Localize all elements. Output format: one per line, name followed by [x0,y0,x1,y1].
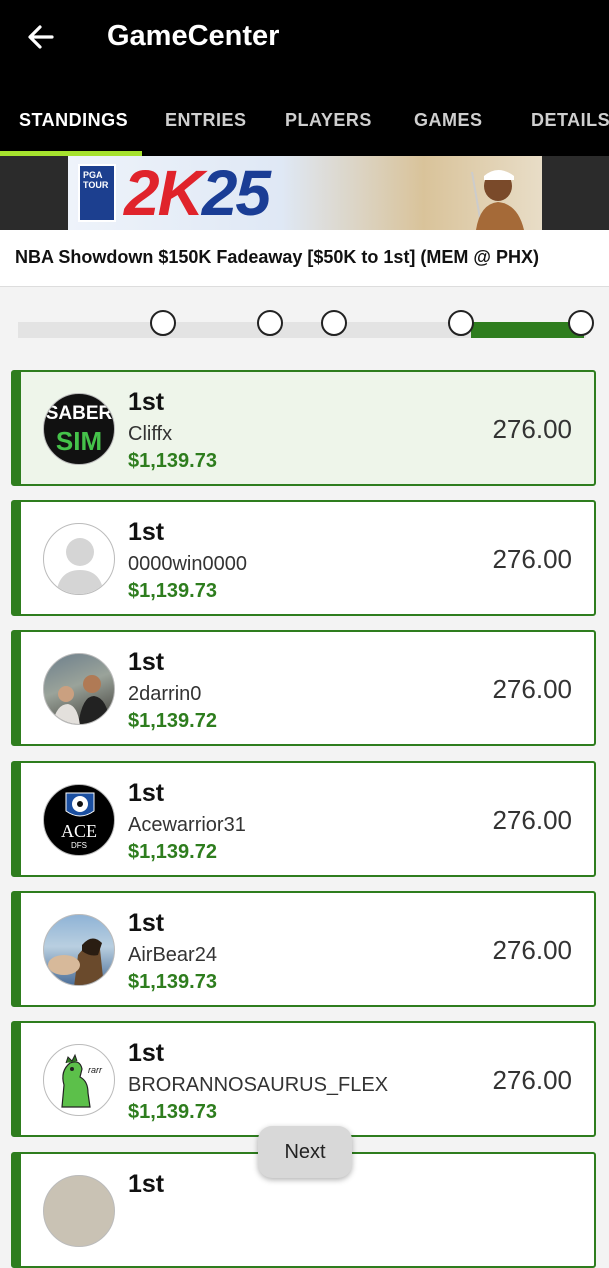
avatar: rarr [43,1044,115,1116]
dinosaur-icon [61,1053,91,1108]
tab-games[interactable]: GAMES [414,110,483,131]
contest-title-bar: NBA Showdown $150K Fadeaway [$50K to 1st… [0,230,609,287]
default-user-icon [56,538,104,594]
avatar-photo [48,938,104,985]
contest-progress-fill [471,322,584,338]
winnings: $1,139.72 [128,710,217,732]
tab-standings[interactable]: STANDINGS [19,110,128,131]
rank-label: 1st [128,779,165,807]
fantasy-points: 276.00 [492,414,572,444]
avatar [43,653,115,725]
payout-marker[interactable] [448,310,474,336]
next-page-button[interactable]: Next [258,1126,352,1178]
brand-logo: 2K25 [124,156,271,230]
standings-row[interactable]: ACE DFS 1st Acewarrior31 $1,139.72 276.0… [11,761,596,877]
username: BRORANNOSAURUS_FLEX [128,1074,389,1096]
username: 2darrin0 [128,683,202,705]
rank-label: 1st [128,388,165,416]
avatar-photo [52,675,110,724]
ad-banner-image[interactable]: PGA TOUR 2K25 [68,156,542,230]
avatar-label-bottom: SIM [55,426,103,456]
avatar [43,1175,115,1247]
username: AirBear24 [128,944,217,966]
payout-marker[interactable] [321,310,347,336]
payout-marker[interactable] [568,310,594,336]
standings-row[interactable]: 1st 2darrin0 $1,139.72 276.00 [11,630,596,746]
pga-tour-logo: PGA TOUR [78,164,116,222]
username: Acewarrior31 [128,814,246,836]
winnings: $1,139.73 [128,971,217,993]
avatar [43,523,115,595]
brand-logo-red: 2K [124,157,204,229]
avatar-label-top: ACE [61,821,97,841]
username: Cliffx [128,423,173,445]
avatar-label-top: rarr [88,1065,102,1075]
fantasy-points: 276.00 [492,805,572,835]
contest-name: NBA Showdown $150K Fadeaway [$50K to 1st… [15,247,539,267]
winnings: $1,139.73 [128,450,217,472]
tab-details[interactable]: DETAILS [531,110,609,131]
avatar [43,914,115,986]
rank-label: 1st [128,1170,165,1198]
golfer-image [471,170,524,230]
app-bar: GameCenter [0,0,609,76]
fantasy-points: 276.00 [492,935,572,965]
avatar-label-top: SABER [45,403,113,424]
rank-label: 1st [128,909,165,937]
fantasy-points: 276.00 [492,544,572,574]
tab-bar: STANDINGS ENTRIES PLAYERS GAMES DETAILS [0,76,609,156]
payout-marker[interactable] [150,310,176,336]
winnings: $1,139.73 [128,1101,217,1123]
page-title: GameCenter [107,20,280,52]
winnings: $1,139.73 [128,580,217,602]
brand-logo-blue: 25 [201,157,271,229]
avatar: ACE DFS [43,784,115,856]
standings-row[interactable]: 1st 0000win0000 $1,139.73 276.00 [11,500,596,616]
standings-row[interactable]: rarr 1st BRORANNOSAURUS_FLEX $1,139.73 2… [11,1021,596,1137]
winnings: $1,139.72 [128,841,217,863]
rank-label: 1st [128,648,165,676]
pga-logo-text: PGA TOUR [83,170,109,190]
avatar-label-bottom: DFS [71,841,87,850]
ad-banner[interactable]: PGA TOUR 2K25 [0,156,609,230]
tab-entries[interactable]: ENTRIES [165,110,247,131]
fantasy-points: 276.00 [492,674,572,704]
username: 0000win0000 [128,553,247,575]
standings-row[interactable]: 1st AirBear24 $1,139.73 276.00 [11,891,596,1007]
rank-label: 1st [128,1039,165,1067]
tab-players[interactable]: PLAYERS [285,110,372,131]
avatar: SABER SIM [43,393,115,465]
standings-row[interactable]: SABER SIM 1st Cliffx $1,139.73 276.00 [11,370,596,486]
payout-marker[interactable] [257,310,283,336]
rank-label: 1st [128,518,165,546]
back-arrow-icon[interactable] [26,22,56,52]
fantasy-points: 276.00 [492,1065,572,1095]
